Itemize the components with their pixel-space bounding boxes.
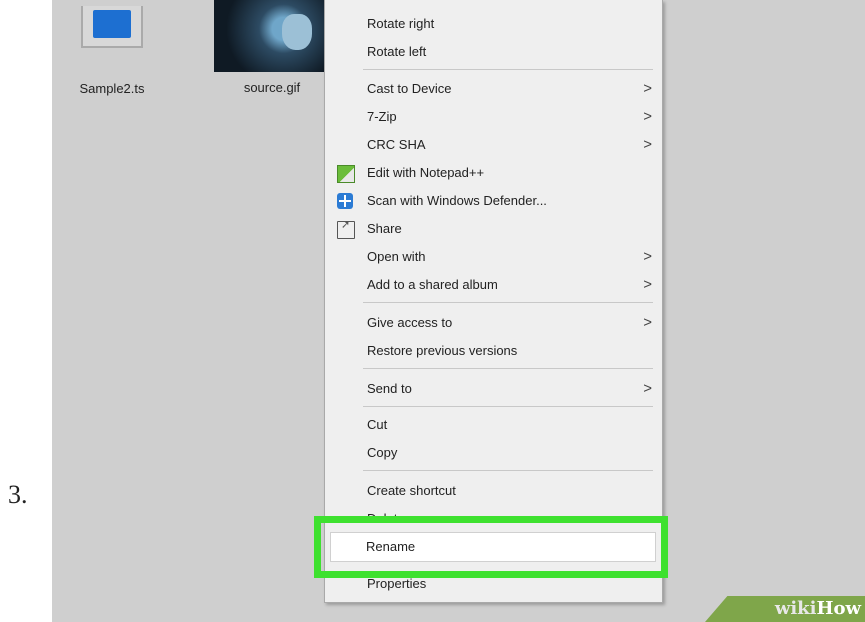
menu-item-label: Add to a shared album	[367, 277, 498, 292]
image-thumbnail	[214, 0, 330, 72]
chevron-right-icon: >	[643, 80, 652, 97]
share-icon	[337, 213, 355, 239]
step-number: 3.	[8, 480, 28, 509]
chevron-right-icon: >	[643, 314, 652, 331]
file-sample2-ts[interactable]: Sample2.ts	[67, 0, 157, 96]
chevron-right-icon: >	[643, 380, 652, 397]
menu-item-label: Cut	[367, 417, 388, 432]
file-label: source.gif	[243, 80, 301, 95]
menu-item-label: Share	[367, 221, 402, 236]
menu-item-label: Edit with Notepad++	[367, 165, 485, 180]
menu-item-add-shared-album[interactable]: Add to a shared album >	[325, 273, 662, 297]
menu-item-label: Rotate left	[367, 44, 427, 59]
logo-text-wiki: wiki	[774, 598, 817, 619]
chevron-right-icon: >	[643, 108, 652, 125]
menu-separator	[363, 368, 653, 369]
menu-item-7zip[interactable]: 7-Zip >	[325, 105, 662, 129]
menu-item-give-access[interactable]: Give access to >	[325, 311, 662, 335]
menu-item-rotate-right[interactable]: Rotate right	[325, 12, 662, 36]
menu-item-create-shortcut[interactable]: Create shortcut	[325, 479, 662, 503]
video-file-icon	[81, 6, 143, 48]
windows-defender-icon	[337, 193, 353, 209]
context-menu: Rotate right Rotate left Cast to Device …	[324, 0, 663, 603]
chevron-right-icon: >	[643, 136, 652, 153]
menu-separator	[363, 406, 653, 407]
menu-item-label: Rename	[366, 539, 416, 554]
menu-separator	[363, 302, 653, 303]
menu-item-crc-sha[interactable]: CRC SHA >	[325, 133, 662, 157]
logo-text-how: How	[816, 598, 861, 619]
menu-item-cut[interactable]: Cut	[325, 413, 662, 437]
wikihow-logo: wikiHow	[705, 596, 865, 622]
menu-item-copy[interactable]: Copy	[325, 441, 662, 465]
menu-item-label: Give access to	[367, 315, 453, 330]
menu-separator	[363, 470, 653, 471]
menu-item-label: Copy	[367, 445, 398, 460]
menu-item-share[interactable]: Share	[325, 213, 662, 241]
file-source-gif[interactable]: source.gif	[202, 0, 342, 95]
menu-item-send-to[interactable]: Send to >	[325, 377, 662, 401]
menu-item-rotate-left[interactable]: Rotate left	[325, 40, 662, 64]
menu-item-label: Send to	[367, 381, 412, 396]
chevron-right-icon: >	[643, 276, 652, 293]
menu-item-label: Cast to Device	[367, 81, 452, 96]
menu-item-label: Scan with Windows Defender...	[367, 193, 547, 208]
chevron-right-icon: >	[643, 248, 652, 265]
file-label: Sample2.ts	[79, 81, 145, 96]
menu-item-label: CRC SHA	[367, 137, 426, 152]
menu-item-cast-to-device[interactable]: Cast to Device >	[325, 77, 662, 101]
menu-item-rename[interactable]: Rename	[330, 532, 656, 562]
notepad-plus-plus-icon	[337, 165, 355, 183]
menu-separator	[363, 69, 653, 70]
menu-item-label: Create shortcut	[367, 483, 456, 498]
menu-item-scan-defender[interactable]: Scan with Windows Defender...	[325, 189, 662, 213]
menu-item-edit-notepad[interactable]: Edit with Notepad++	[325, 161, 662, 185]
menu-item-restore-versions[interactable]: Restore previous versions	[325, 339, 662, 363]
menu-item-open-with[interactable]: Open with >	[325, 245, 662, 269]
menu-item-label: Open with	[367, 249, 426, 264]
menu-item-label: Restore previous versions	[367, 343, 518, 358]
menu-item-label: Rotate right	[367, 16, 435, 31]
menu-item-label: 7-Zip	[367, 109, 397, 124]
